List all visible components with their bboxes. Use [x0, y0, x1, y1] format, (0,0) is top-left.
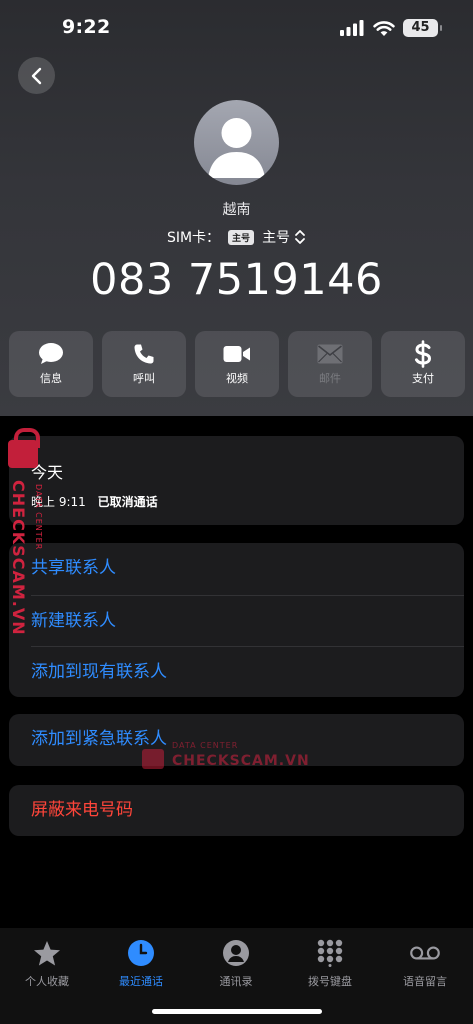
recent-call-entry: 晚上 9:11 已取消通话 [31, 493, 166, 510]
tab-keypad-label: 拨号键盘 [308, 975, 352, 988]
tab-keypad[interactable]: 拨号键盘 [285, 938, 375, 989]
wifi-icon [373, 21, 395, 36]
tab-recents[interactable]: 最近通话 [96, 938, 186, 989]
watermark-horizontal-text: CHECKSCAM.VN [172, 753, 310, 769]
contact-location-label: 越南 [222, 202, 251, 218]
battery-indicator: 45 [403, 19, 442, 37]
person-silhouette-icon [208, 118, 265, 178]
chevron-up-down-icon [295, 230, 305, 244]
person-circle-icon [223, 940, 249, 966]
quick-actions: 信息 呼叫 视频 邮件 支付 [9, 331, 465, 397]
tab-contacts-label: 通讯录 [219, 975, 253, 988]
keypad-icon [317, 939, 343, 967]
tab-contacts[interactable]: 通讯录 [191, 938, 281, 989]
tab-favorites-label: 个人收藏 [25, 975, 69, 988]
video-button[interactable]: 视频 [195, 331, 279, 397]
home-indicator[interactable] [152, 1009, 322, 1014]
video-camera-icon [223, 346, 250, 362]
tab-voicemail-label: 语音留言 [403, 975, 447, 988]
message-bubble-icon [39, 343, 63, 364]
star-icon [34, 940, 60, 965]
video-button-label: 视频 [226, 372, 248, 385]
call-button-label: 呼叫 [133, 372, 155, 385]
sim-name: 主号 [262, 230, 291, 246]
tab-favorites[interactable]: 个人收藏 [2, 938, 92, 989]
back-button[interactable] [18, 57, 55, 94]
mail-button[interactable]: 邮件 [288, 331, 372, 397]
watermark-lock-icon [8, 428, 40, 468]
clock-icon [128, 940, 154, 966]
dollar-icon [415, 340, 432, 368]
contact-actions-card: 共享联系人 新建联系人 添加到现有联系人 [9, 543, 464, 697]
message-button-label: 信息 [40, 372, 62, 385]
tab-voicemail[interactable]: 语音留言 [380, 938, 470, 989]
recent-calls-card: 今天 晚上 9:11 已取消通话 [9, 436, 464, 525]
sim-prefix: SIM卡： [166, 230, 221, 246]
chevron-left-icon [31, 67, 41, 84]
sim-selector[interactable]: SIM卡： 主号 主号 [0, 227, 473, 247]
block-caller-link[interactable]: 屏蔽来电号码 [31, 785, 133, 836]
voicemail-icon [410, 946, 440, 960]
recent-call-status: 已取消通话 [97, 495, 158, 509]
tab-recents-label: 最近通话 [119, 975, 163, 988]
call-button[interactable]: 呼叫 [102, 331, 186, 397]
new-contact-link[interactable]: 新建联系人 [31, 595, 464, 646]
watermark-vertical-text: CHECKSCAM.VN [9, 480, 28, 636]
watermark-horizontal: DATA CENTER CHECKSCAM.VN [140, 737, 309, 771]
contact-avatar[interactable] [194, 100, 279, 185]
phone-icon [134, 344, 154, 364]
watermark-vertical-sub: DATA CENTER [34, 484, 43, 551]
watermark-lock-icon [142, 749, 164, 769]
status-time: 9:22 [62, 16, 111, 38]
mail-button-label: 邮件 [319, 372, 341, 385]
block-caller-card: 屏蔽来电号码 [9, 785, 464, 836]
share-contact-link[interactable]: 共享联系人 [31, 543, 464, 594]
watermark-vertical: CHECKSCAM.VN DATA CENTER [5, 428, 49, 638]
status-bar: 9:22 45 [0, 0, 473, 56]
envelope-icon [317, 344, 343, 364]
watermark-horizontal-sub: DATA CENTER [172, 741, 239, 750]
sim-badge: 主号 [228, 229, 255, 245]
add-existing-contact-link[interactable]: 添加到现有联系人 [31, 646, 464, 697]
cellular-signal-icon [340, 20, 364, 36]
phone-number: 083 7519146 [90, 255, 383, 305]
pay-button[interactable]: 支付 [381, 331, 465, 397]
pay-button-label: 支付 [412, 372, 434, 385]
message-button[interactable]: 信息 [9, 331, 93, 397]
